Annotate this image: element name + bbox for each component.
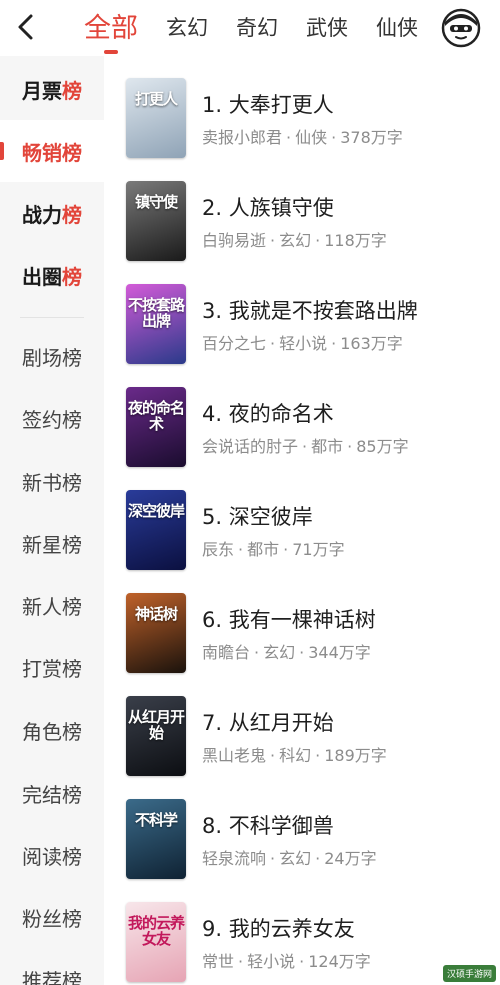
sidebar-divider: [20, 317, 84, 318]
book-item[interactable]: 神话树 6. 我有一棵神话树 南瞻台 · 玄幻 · 344万字: [104, 571, 500, 675]
book-title[interactable]: 5. 深空彼岸: [202, 501, 313, 531]
sidebar-item-new-books[interactable]: 新书榜: [0, 450, 104, 512]
book-meta: 白驹易逝 · 玄幻 · 118万字: [202, 231, 387, 250]
book-title[interactable]: 9. 我的云养女友: [202, 913, 355, 943]
profile-button[interactable]: [440, 7, 482, 49]
book-meta: 黑山老鬼 · 科幻 · 189万字: [202, 746, 387, 765]
site-watermark: 汉硕手游网: [442, 965, 496, 982]
book-item[interactable]: 深空彼岸 5. 深空彼岸 辰东 · 都市 · 71万字: [104, 468, 500, 572]
book-item[interactable]: 不科学 8. 不科学御兽 轻泉流响 · 玄幻 · 24万字: [104, 777, 500, 881]
book-item[interactable]: 我的云养女友 9. 我的云养女友 常世 · 轻小说 · 124万字: [104, 880, 500, 984]
book-title[interactable]: 2. 人族镇守使: [202, 192, 334, 222]
sidebar-item-newcomers[interactable]: 新人榜: [0, 574, 104, 636]
tab-xianxia[interactable]: 仙侠: [376, 17, 418, 39]
sidebar-item-new-stars[interactable]: 新星榜: [0, 512, 104, 574]
book-meta: 百分之七 · 轻小说 · 163万字: [202, 334, 403, 353]
book-cover[interactable]: 深空彼岸: [126, 490, 186, 570]
book-meta: 会说话的肘子 · 都市 · 85万字: [202, 437, 409, 456]
sidebar-item-rewards[interactable]: 打赏榜: [0, 636, 104, 698]
sidebar-item-power[interactable]: 战力榜: [0, 182, 104, 244]
ranking-sidebar: 月票榜 畅销榜 战力榜 出圈榜 剧场榜 签约榜 新书榜 新星榜 新人榜 打赏榜 …: [0, 56, 104, 985]
sidebar-item-fans[interactable]: 粉丝榜: [0, 886, 104, 948]
book-cover[interactable]: 打更人: [126, 78, 186, 158]
sidebar-item-completed[interactable]: 完结榜: [0, 762, 104, 824]
book-item[interactable]: 镇守使 2. 人族镇守使 白驹易逝 · 玄幻 · 118万字: [104, 159, 500, 263]
book-title[interactable]: 6. 我有一棵神话树: [202, 604, 376, 634]
book-item[interactable]: 不按套路出牌 3. 我就是不按套路出牌 百分之七 · 轻小说 · 163万字: [104, 262, 500, 366]
sidebar-item-characters[interactable]: 角色榜: [0, 699, 104, 761]
book-cover[interactable]: 夜的命名术: [126, 387, 186, 467]
book-meta: 轻泉流响 · 玄幻 · 24万字: [202, 849, 377, 868]
sidebar-item-reading[interactable]: 阅读榜: [0, 824, 104, 886]
book-item[interactable]: 打更人 1. 大奉打更人 卖报小郎君 · 仙侠 · 378万字: [104, 56, 500, 160]
tab-xuanhuan[interactable]: 玄幻: [166, 17, 208, 39]
book-cover[interactable]: 不科学: [126, 799, 186, 879]
top-bar: 全部 玄幻 奇幻 武侠 仙侠: [0, 0, 500, 56]
category-tabs: 全部 玄幻 奇幻 武侠 仙侠: [84, 0, 446, 56]
chevron-left-icon: [18, 14, 33, 40]
book-cover[interactable]: 神话树: [126, 593, 186, 673]
book-title[interactable]: 7. 从红月开始: [202, 707, 334, 737]
book-list: 打更人 1. 大奉打更人 卖报小郎君 · 仙侠 · 378万字 镇守使 2. 人族镇守使…: [104, 56, 500, 985]
sidebar-item-bestseller[interactable]: 畅销榜: [0, 120, 104, 182]
book-title[interactable]: 8. 不科学御兽: [202, 810, 334, 840]
mascot-avatar-icon: [441, 8, 481, 48]
book-meta: 卖报小郎君 · 仙侠 · 378万字: [202, 128, 403, 147]
book-item[interactable]: 从红月开始 7. 从红月开始 黑山老鬼 · 科幻 · 189万字: [104, 674, 500, 778]
sidebar-item-signed[interactable]: 签约榜: [0, 387, 104, 449]
book-title[interactable]: 3. 我就是不按套路出牌: [202, 295, 418, 325]
book-title[interactable]: 1. 大奉打更人: [202, 89, 334, 119]
book-title[interactable]: 4. 夜的命名术: [202, 398, 334, 428]
back-button[interactable]: [8, 8, 42, 46]
book-item[interactable]: 夜的命名术 4. 夜的命名术 会说话的肘子 · 都市 · 85万字: [104, 365, 500, 469]
book-cover[interactable]: 镇守使: [126, 181, 186, 261]
book-cover[interactable]: 我的云养女友: [126, 902, 186, 982]
sidebar-item-theater[interactable]: 剧场榜: [0, 325, 104, 387]
book-cover[interactable]: 从红月开始: [126, 696, 186, 776]
book-meta: 常世 · 轻小说 · 124万字: [202, 952, 371, 971]
sidebar-item-breakout[interactable]: 出圈榜: [0, 244, 104, 306]
tab-qihuan[interactable]: 奇幻: [236, 17, 278, 39]
sidebar-item-monthly-ticket[interactable]: 月票榜: [0, 58, 104, 120]
tab-all[interactable]: 全部: [84, 15, 138, 42]
book-meta: 辰东 · 都市 · 71万字: [202, 540, 345, 559]
book-cover[interactable]: 不按套路出牌: [126, 284, 186, 364]
sidebar-item-recommended[interactable]: 推荐榜: [0, 948, 104, 985]
tab-wuxia[interactable]: 武侠: [306, 17, 348, 39]
book-meta: 南瞻台 · 玄幻 · 344万字: [202, 643, 371, 662]
